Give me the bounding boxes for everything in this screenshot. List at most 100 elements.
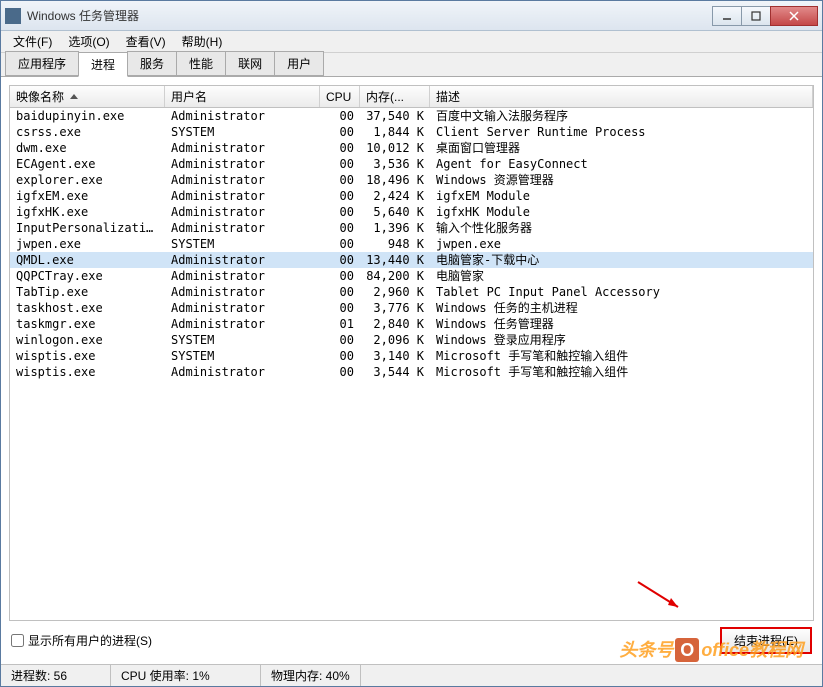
cell-description: Windows 任务的主机进程	[430, 300, 813, 316]
cell-cpu: 00	[320, 332, 360, 348]
table-row[interactable]: jwpen.exeSYSTEM00948 Kjwpen.exe	[10, 236, 813, 252]
table-row[interactable]: explorer.exeAdministrator0018,496 KWindo…	[10, 172, 813, 188]
table-row[interactable]: wisptis.exeSYSTEM003,140 KMicrosoft 手写笔和…	[10, 348, 813, 364]
table-row[interactable]: taskhost.exeAdministrator003,776 KWindow…	[10, 300, 813, 316]
table-row[interactable]: taskmgr.exeAdministrator012,840 KWindows…	[10, 316, 813, 332]
table-body[interactable]: baidupinyin.exeAdministrator0037,540 K百度…	[10, 108, 813, 620]
end-process-button[interactable]: 结束进程(E)	[720, 627, 812, 654]
tab-network[interactable]: 联网	[225, 51, 275, 76]
column-header-name[interactable]: 映像名称	[10, 86, 165, 107]
cell-cpu: 00	[320, 300, 360, 316]
cell-user: Administrator	[165, 108, 320, 124]
window-controls	[713, 6, 818, 26]
process-table: 映像名称 用户名 CPU 内存(... 描述 baidupinyin.exeAd…	[9, 85, 814, 621]
cell-name: wisptis.exe	[10, 364, 165, 380]
bottom-controls: 显示所有用户的进程(S) 结束进程(E)	[9, 621, 814, 656]
table-row[interactable]: igfxHK.exeAdministrator005,640 KigfxHK M…	[10, 204, 813, 220]
cell-name: igfxEM.exe	[10, 188, 165, 204]
table-row[interactable]: ECAgent.exeAdministrator003,536 KAgent f…	[10, 156, 813, 172]
cell-user: Administrator	[165, 204, 320, 220]
table-row[interactable]: igfxEM.exeAdministrator002,424 KigfxEM M…	[10, 188, 813, 204]
table-row[interactable]: wisptis.exeAdministrator003,544 KMicroso…	[10, 364, 813, 380]
table-row[interactable]: winlogon.exeSYSTEM002,096 KWindows 登录应用程…	[10, 332, 813, 348]
cell-memory: 84,200 K	[360, 268, 430, 284]
menu-view[interactable]: 查看(V)	[118, 31, 174, 52]
show-all-users-checkbox[interactable]	[11, 634, 24, 647]
cell-cpu: 01	[320, 316, 360, 332]
menu-file[interactable]: 文件(F)	[5, 31, 60, 52]
cell-memory: 1,396 K	[360, 220, 430, 236]
table-row[interactable]: csrss.exeSYSTEM001,844 KClient Server Ru…	[10, 124, 813, 140]
table-row[interactable]: QQPCTray.exeAdministrator0084,200 K电脑管家	[10, 268, 813, 284]
cell-name: explorer.exe	[10, 172, 165, 188]
cell-user: Administrator	[165, 220, 320, 236]
cell-name: jwpen.exe	[10, 236, 165, 252]
show-all-users-label: 显示所有用户的进程(S)	[28, 632, 152, 649]
tabbar: 应用程序 进程 服务 性能 联网 用户	[1, 53, 822, 77]
cell-description: 电脑管家-下载中心	[430, 252, 813, 268]
column-header-cpu[interactable]: CPU	[320, 86, 360, 107]
minimize-button[interactable]	[712, 6, 742, 26]
status-process-count: 进程数: 56	[1, 665, 111, 686]
maximize-button[interactable]	[741, 6, 771, 26]
tab-applications[interactable]: 应用程序	[5, 51, 79, 76]
cell-name: taskmgr.exe	[10, 316, 165, 332]
cell-memory: 18,496 K	[360, 172, 430, 188]
tab-services[interactable]: 服务	[127, 51, 177, 76]
content-area: 映像名称 用户名 CPU 内存(... 描述 baidupinyin.exeAd…	[1, 77, 822, 664]
show-all-users-row[interactable]: 显示所有用户的进程(S)	[11, 632, 152, 649]
cell-user: Administrator	[165, 300, 320, 316]
table-row[interactable]: InputPersonalization...Administrator001,…	[10, 220, 813, 236]
menubar: 文件(F) 选项(O) 查看(V) 帮助(H)	[1, 31, 822, 53]
cell-description: Microsoft 手写笔和触控输入组件	[430, 348, 813, 364]
cell-memory: 3,536 K	[360, 156, 430, 172]
cell-description: igfxEM Module	[430, 188, 813, 204]
statusbar: 进程数: 56 CPU 使用率: 1% 物理内存: 40%	[1, 664, 822, 686]
menu-options[interactable]: 选项(O)	[60, 31, 117, 52]
column-header-description[interactable]: 描述	[430, 86, 813, 107]
cell-memory: 2,960 K	[360, 284, 430, 300]
table-header: 映像名称 用户名 CPU 内存(... 描述	[10, 86, 813, 108]
column-header-memory[interactable]: 内存(...	[360, 86, 430, 107]
table-row[interactable]: dwm.exeAdministrator0010,012 K桌面窗口管理器	[10, 140, 813, 156]
cell-description: jwpen.exe	[430, 236, 813, 252]
tab-performance[interactable]: 性能	[176, 51, 226, 76]
cell-description: igfxHK Module	[430, 204, 813, 220]
table-row[interactable]: TabTip.exeAdministrator002,960 KTablet P…	[10, 284, 813, 300]
table-row[interactable]: baidupinyin.exeAdministrator0037,540 K百度…	[10, 108, 813, 124]
cell-memory: 37,540 K	[360, 108, 430, 124]
cell-cpu: 00	[320, 268, 360, 284]
cell-name: InputPersonalization...	[10, 220, 165, 236]
cell-cpu: 00	[320, 364, 360, 380]
task-manager-window: Windows 任务管理器 文件(F) 选项(O) 查看(V) 帮助(H) 应用…	[0, 0, 823, 687]
cell-cpu: 00	[320, 252, 360, 268]
cell-cpu: 00	[320, 156, 360, 172]
cell-name: TabTip.exe	[10, 284, 165, 300]
close-button[interactable]	[770, 6, 818, 26]
cell-name: igfxHK.exe	[10, 204, 165, 220]
column-header-user[interactable]: 用户名	[165, 86, 320, 107]
tab-users[interactable]: 用户	[274, 51, 324, 76]
titlebar[interactable]: Windows 任务管理器	[1, 1, 822, 31]
cell-name: winlogon.exe	[10, 332, 165, 348]
cell-cpu: 00	[320, 204, 360, 220]
cell-memory: 13,440 K	[360, 252, 430, 268]
cell-user: Administrator	[165, 316, 320, 332]
cell-user: SYSTEM	[165, 124, 320, 140]
cell-cpu: 00	[320, 348, 360, 364]
table-row[interactable]: QMDL.exeAdministrator0013,440 K电脑管家-下载中心	[10, 252, 813, 268]
cell-name: csrss.exe	[10, 124, 165, 140]
cell-memory: 1,844 K	[360, 124, 430, 140]
cell-user: Administrator	[165, 284, 320, 300]
cell-cpu: 00	[320, 172, 360, 188]
cell-user: Administrator	[165, 140, 320, 156]
cell-description: Client Server Runtime Process	[430, 124, 813, 140]
menu-help[interactable]: 帮助(H)	[174, 31, 231, 52]
cell-user: SYSTEM	[165, 236, 320, 252]
cell-description: Windows 登录应用程序	[430, 332, 813, 348]
cell-description: 输入个性化服务器	[430, 220, 813, 236]
cell-memory: 948 K	[360, 236, 430, 252]
cell-description: Windows 任务管理器	[430, 316, 813, 332]
cell-description: Agent for EasyConnect	[430, 156, 813, 172]
tab-processes[interactable]: 进程	[78, 52, 128, 77]
